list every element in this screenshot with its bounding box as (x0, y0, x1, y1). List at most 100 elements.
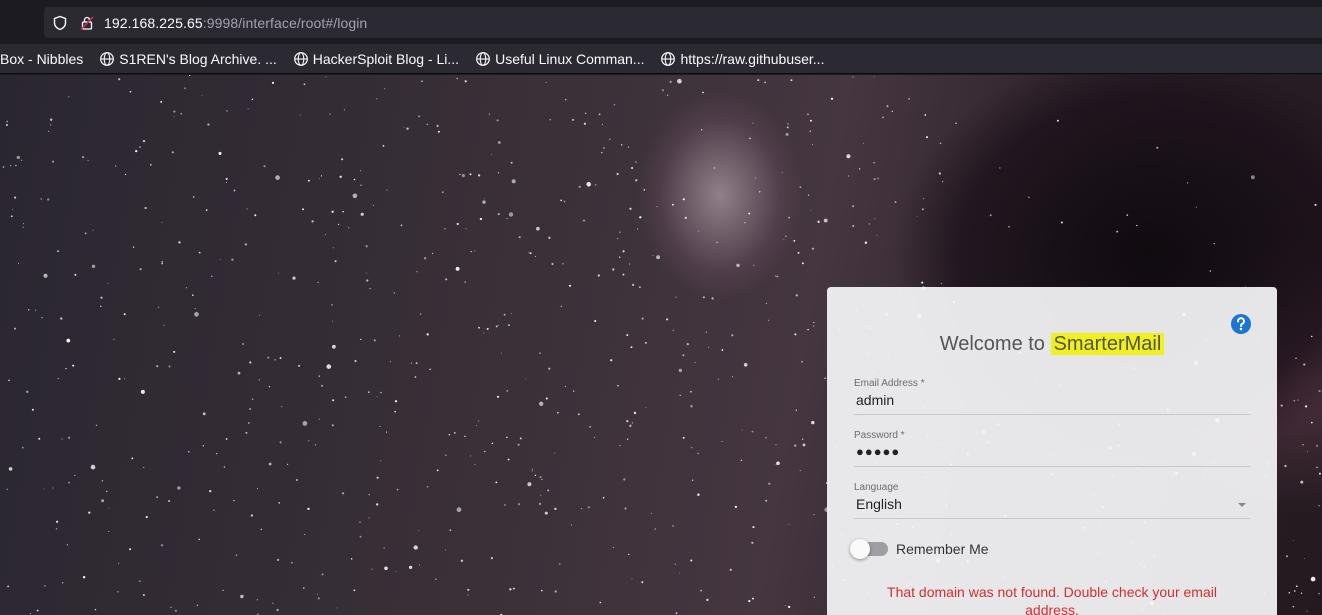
star (222, 589, 224, 592)
star (445, 454, 447, 456)
star (250, 514, 254, 517)
email-field[interactable]: Email Address * admin (854, 378, 1250, 415)
bookmark-label: HackerSploit Blog - Li... (312, 50, 460, 67)
star (170, 606, 172, 609)
remember-me-label[interactable]: Remember Me (896, 541, 989, 557)
star (765, 302, 768, 305)
star (801, 262, 804, 265)
star (342, 210, 344, 213)
star (755, 177, 757, 179)
star (749, 137, 751, 140)
star (721, 349, 724, 351)
star (268, 385, 271, 388)
bookmark-item[interactable]: HackerSploit Blog - Li... (293, 51, 459, 67)
bookmark-item[interactable]: Useful Linux Comman... (475, 51, 644, 67)
language-select[interactable]: Language English (854, 482, 1250, 519)
star (249, 408, 252, 410)
star (626, 420, 629, 423)
language-value[interactable]: English (854, 496, 1250, 512)
star (376, 476, 379, 479)
star (6, 488, 8, 490)
star (260, 528, 262, 530)
star (667, 94, 669, 96)
star (408, 565, 413, 570)
star (641, 317, 644, 320)
star (470, 250, 472, 253)
star (674, 563, 676, 565)
star (568, 284, 572, 287)
star (421, 80, 423, 83)
password-input[interactable]: ●●●●● (854, 444, 1250, 459)
remember-me-toggle[interactable]: Remember Me (850, 539, 989, 559)
star (504, 504, 506, 506)
star (124, 173, 127, 176)
star (790, 79, 793, 82)
star (453, 432, 456, 434)
bookmark-item[interactable]: Box - Nibbles (0, 51, 83, 67)
star (14, 196, 17, 199)
star (437, 130, 440, 133)
star (700, 589, 702, 592)
star (95, 424, 98, 426)
insecure-lock-icon[interactable] (79, 15, 95, 31)
url-path: :9998/interface/root#/login (202, 14, 368, 31)
question-circle-icon[interactable] (1230, 313, 1252, 335)
star (160, 100, 163, 103)
star (528, 252, 530, 254)
star (587, 506, 590, 509)
password-field[interactable]: Password * ●●●●● (854, 430, 1250, 467)
star (495, 481, 498, 484)
star (682, 354, 685, 357)
star (143, 467, 145, 469)
star (247, 108, 249, 110)
star (272, 602, 274, 604)
star (752, 597, 754, 600)
star (92, 229, 94, 231)
star (636, 228, 639, 230)
star (1307, 451, 1309, 453)
chevron-down-icon[interactable] (1238, 503, 1246, 507)
star (508, 212, 514, 217)
star (223, 466, 226, 468)
star (348, 227, 350, 229)
toggle-switch[interactable] (850, 539, 888, 559)
toggle-knob[interactable] (850, 539, 870, 559)
star (697, 493, 700, 496)
star (66, 338, 71, 343)
star (1293, 399, 1296, 402)
welcome-prefix: Welcome to (939, 333, 1045, 355)
bookmark-item[interactable]: S1REN's Blog Archive. ... (99, 51, 277, 67)
star (418, 115, 421, 118)
bookmark-label: S1REN's Blog Archive. ... (119, 50, 277, 67)
star (185, 287, 188, 289)
star (20, 159, 23, 161)
star (124, 378, 126, 380)
star (415, 362, 418, 365)
language-label: Language (854, 482, 899, 493)
star (801, 360, 803, 363)
star (435, 578, 437, 580)
star (414, 376, 417, 378)
star (666, 318, 669, 321)
star (393, 292, 396, 294)
star (359, 170, 362, 172)
star (477, 420, 480, 422)
star (384, 566, 388, 571)
globe-icon (293, 51, 308, 66)
url-bar[interactable]: 192.168.225.65:9998/interface/root#/logi… (44, 7, 1322, 38)
star (353, 589, 356, 592)
star (921, 281, 924, 284)
star (565, 99, 567, 101)
star (1008, 225, 1010, 228)
star (382, 145, 385, 147)
bookmark-item[interactable]: https://raw.githubuser... (660, 51, 824, 67)
url-text[interactable]: 192.168.225.65:9998/interface/root#/logi… (104, 15, 367, 31)
shield-icon[interactable] (52, 15, 68, 31)
star (52, 487, 54, 489)
star (180, 112, 183, 115)
email-input[interactable]: admin (854, 392, 1250, 408)
star (682, 198, 685, 201)
login-page-background: Welcome to SmarterMail Email Address * a… (0, 75, 1322, 615)
star (43, 273, 48, 278)
star (256, 599, 259, 601)
